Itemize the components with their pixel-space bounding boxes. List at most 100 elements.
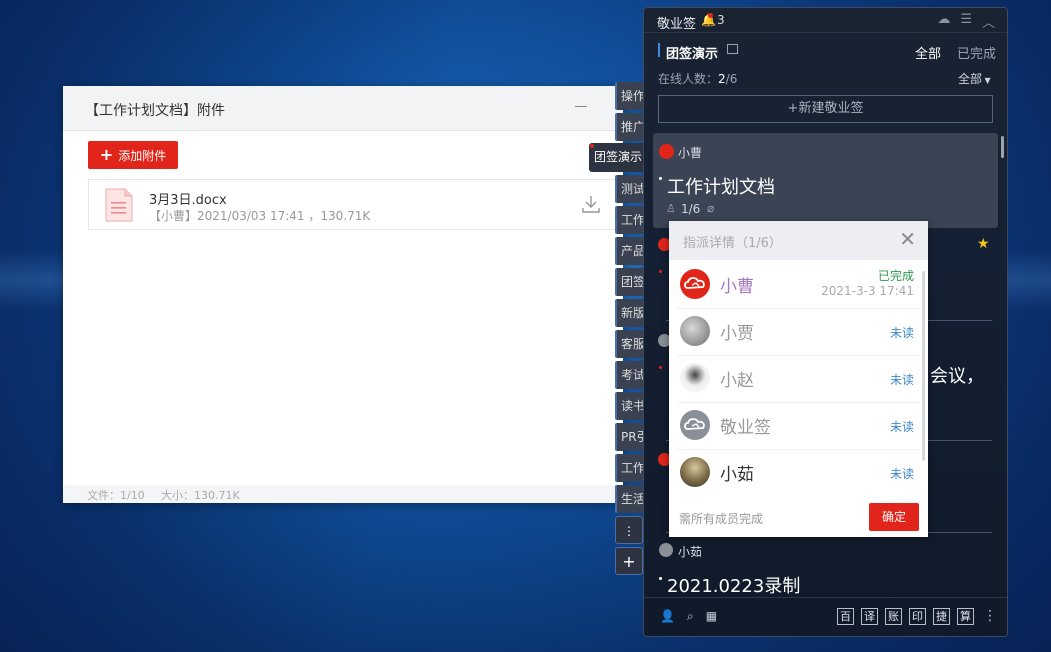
user-avatar [659,543,673,557]
group-tab[interactable]: 考试 [615,361,643,389]
group-tab[interactable]: 读书 [615,392,643,420]
popup-title: 指派详情（1/6） [683,236,782,251]
group-tab[interactable]: 工作 [615,454,643,482]
tool-account-button[interactable]: 账 [885,608,902,625]
cloud-sync-icon[interactable]: ☁ [937,12,950,31]
unread-dot [659,366,662,369]
attachment-window: 【工作计划文档】附件 + 添加附件 3月3日.docx 【小曹】2021/03/… [63,86,623,503]
group-tab[interactable]: 测试 [615,175,643,203]
member-row[interactable]: 小茹 未读 [677,449,920,496]
divider [644,32,1007,33]
download-icon[interactable] [581,194,601,214]
member-name: 小赵 [720,371,754,391]
online-count: 在线人数：2/6 [658,70,737,87]
group-list-icon[interactable] [727,44,738,54]
member-row[interactable]: 敬业签 未读 [677,402,920,450]
notification-dot [708,13,713,18]
tool-baidu-button[interactable]: 百 [837,608,854,625]
plus-icon: + [99,145,114,164]
group-tab-active-label: 团签演示 [594,150,643,164]
attachment-file-meta: 【小曹】2021/03/03 17:41 ，130.71K [149,209,371,223]
member-row[interactable]: 小赵 未读 [677,355,920,403]
more-tabs-button[interactable]: ⋮ [615,516,643,544]
member-status: 未读 [889,326,914,340]
attachment-file-name: 3月3日.docx [149,193,227,208]
panel-footer-left: 👤 ⌕ ▦ [660,609,717,624]
group-tab[interactable]: PR引 [615,423,643,451]
member-filter-dropdown[interactable]: 全部 ▼ [958,70,991,87]
group-tab[interactable]: 产品 [615,237,643,265]
member-avatar [680,410,710,440]
member-done-time: 2021-3-3 17:41 [821,284,914,298]
attachment-file-row[interactable]: 3月3日.docx 【小曹】2021/03/03 17:41 ，130.71K [88,179,623,230]
cloud-logo-icon [684,277,705,289]
group-tab-active[interactable]: 团签演示 [589,143,645,172]
attachment-window-footer: 文件：1/10 大小：130.71K [63,485,623,503]
panel-footer-tools: 百 译 账 印 捷 算 ⋮ [837,608,997,625]
confirm-button[interactable]: 确定 [869,503,919,531]
member-row[interactable]: 小贾 未读 [677,308,920,356]
tool-shortcut-button[interactable]: 捷 [933,608,950,625]
group-accent-bar [658,43,660,57]
window-controls: ☁ ☰ ︿ [937,12,995,31]
attachment-window-title: 【工作计划文档】附件 [85,103,225,119]
group-tab[interactable]: 新版 [615,299,643,327]
note-progress[interactable]: 1/6 [681,202,700,216]
note-card[interactable]: 小曹 工作计划文档 ♙ 1/6 ⌀ [653,133,998,228]
note-text-fragment: 会议， [930,366,984,387]
completion-requirement: 需所有成员完成 [679,512,764,526]
filter-done-tab[interactable]: 已完成 [957,43,996,62]
member-avatar [680,457,710,487]
group-tab[interactable]: 工作 [615,206,643,234]
bullet-dot [659,177,662,180]
unread-dot [659,270,662,273]
star-icon[interactable]: ★ [977,236,990,252]
group-tab[interactable]: 生活 [615,485,643,513]
member-status: 未读 [889,420,914,434]
group-tab[interactable]: 客服 [615,330,643,358]
popup-scrollbar[interactable] [922,271,925,461]
tool-translate-button[interactable]: 译 [861,608,878,625]
member-status: 未读 [889,467,914,481]
panel-scrollbar[interactable] [1001,136,1004,158]
member-row[interactable]: 小曹 已完成 2021-3-3 17:41 [677,261,920,309]
add-attachment-button[interactable]: + 添加附件 [88,141,178,169]
attachment-icon[interactable]: ⌀ [707,201,714,215]
more-icon[interactable]: ⋮ [983,608,997,625]
add-group-button[interactable]: + [615,547,643,575]
popup-footer: 需所有成员完成 确定 [669,499,928,537]
member-name: 小茹 [720,465,754,485]
minimize-icon[interactable] [575,106,587,107]
online-label: 在线人数： [658,72,719,86]
chevron-down-icon: ▼ [982,76,991,85]
group-tab[interactable]: 团签 [615,268,643,296]
note-title: 工作计划文档 [667,177,775,198]
document-file-icon [105,188,133,222]
member-filter-label: 全部 [958,72,983,86]
filter-all-tab[interactable]: 全部 [915,43,941,62]
members-icon[interactable]: 👤 [660,609,675,624]
note-title: 2021.0223录制 [667,576,801,597]
member-name: 小贾 [720,324,754,344]
note-author: 小曹 [678,146,703,160]
tool-calculator-button[interactable]: 算 [957,608,974,625]
bell-icon[interactable]: 🔔 [701,13,716,27]
group-tab[interactable]: 操作 [615,82,643,110]
person-icon: ♙ [666,202,676,215]
search-icon[interactable]: ⌕ [687,609,694,624]
menu-icon[interactable]: ☰ [960,12,972,31]
user-avatar [659,144,674,159]
new-note-button[interactable]: +新建敬业签 [658,95,993,123]
assignment-detail-popup: 指派详情（1/6） ✕ 小曹 已完成 2021-3-3 17:41 小贾 未读 … [669,221,928,537]
member-status: 未读 [889,373,914,387]
tool-print-button[interactable]: 印 [909,608,926,625]
collapse-icon[interactable]: ︿ [982,12,995,31]
calendar-icon[interactable]: ▦ [706,609,717,624]
member-status: 已完成 [877,269,914,283]
online-total: /6 [725,72,738,86]
close-icon[interactable]: ✕ [899,229,916,249]
member-avatar [680,269,710,299]
note-author: 小茹 [678,545,703,559]
attachment-file-count: 文件：1/10 [87,489,145,502]
group-tab[interactable]: 推广 [615,113,643,141]
